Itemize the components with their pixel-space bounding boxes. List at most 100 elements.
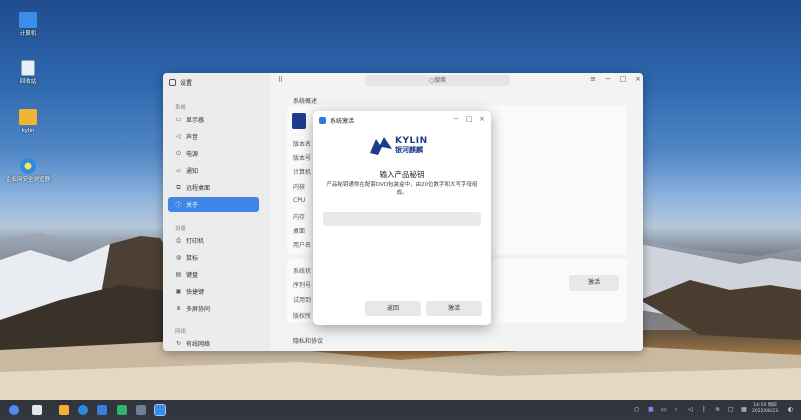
wifi-icon[interactable]: ≋ (715, 406, 720, 413)
info-label: 内存 (293, 214, 306, 221)
chevron-right-icon[interactable]: › (675, 406, 677, 413)
section-title-overview: 系统概述 (293, 98, 318, 105)
desktop-icon-label: 计算机 (19, 31, 37, 37)
network-icon: ↻ (175, 340, 182, 347)
settings-logo-icon (169, 79, 176, 86)
volume-icon[interactable]: ◁ (688, 406, 693, 413)
browser-icon[interactable] (78, 405, 88, 415)
activate-button[interactable]: 激活 (569, 275, 619, 291)
printer-icon: ⎙ (176, 236, 181, 244)
monitor-icon: ▭ (175, 116, 182, 123)
activation-icon (319, 117, 326, 124)
close-button[interactable]: × (633, 75, 643, 83)
activation-dialog: 系统激活 − □ × KYLIN 银河麒麟 输入产品秘钥 产品秘钥通常在配套DV… (313, 111, 491, 325)
sidebar-item-about[interactable]: ⓘ 关于 (168, 197, 259, 212)
sidebar-item-label: 快捷键 (186, 289, 205, 296)
back-button[interactable]: 返回 (365, 301, 421, 316)
sidebar-item-label: 显示器 (186, 117, 205, 124)
sidebar-item-mouse[interactable]: ◍ 鼠标 (168, 250, 259, 265)
info-label: 版本号 (293, 155, 312, 162)
sidebar-item-label: 电源 (186, 151, 199, 158)
start-menu-icon[interactable] (9, 405, 19, 415)
group-label-devices: 设备 (175, 226, 187, 232)
kylin-logo-icon (370, 137, 392, 155)
desktop-icon-folder[interactable]: kylin (6, 109, 50, 135)
dialog-close-button[interactable]: × (477, 115, 487, 123)
assistant-icon[interactable]: ■ (648, 406, 654, 413)
sidebar-item-label: 多屏协同 (186, 306, 211, 313)
sidebar-item-sound[interactable]: ◁ 声音 (168, 129, 259, 144)
display-icon[interactable]: ▦ (741, 406, 747, 413)
remote-icon: ⧉ (176, 183, 181, 191)
sidebar-item-display[interactable]: ▭ 显示器 (168, 112, 259, 127)
sidebar-item-label: 鼠标 (186, 255, 199, 262)
info-label: 版本名 (293, 141, 312, 148)
sidebar-item-remote-desktop[interactable]: ⧉ 远程桌面 (168, 180, 259, 195)
info-icon: ⓘ (175, 202, 182, 209)
desktop-icon-browser[interactable]: 企业网安全浏览器 (6, 158, 50, 184)
sidebar-item-label: 声音 (186, 134, 199, 141)
info-label: 用户名 (293, 242, 312, 249)
sidebar-toggle-icon[interactable]: ◐ (788, 406, 793, 413)
bluetooth-icon[interactable]: ᛒ (702, 406, 706, 413)
clock[interactable]: 14:10 周四 2022/06/23 (752, 403, 778, 415)
sidebar-item-multiscreen[interactable]: ⧈ 多屏协同 (168, 301, 259, 316)
sidebar-item-shortcuts[interactable]: ▣ 快捷键 (168, 284, 259, 299)
search-icon[interactable]: ○ (634, 406, 639, 413)
sidebar-item-notify[interactable]: ▱ 通知 (168, 163, 259, 178)
sidebar-item-label: 远程桌面 (186, 185, 211, 192)
info-label: 序列号 (293, 282, 312, 289)
sidebar-item-power[interactable]: ⏻ 电源 (168, 146, 259, 161)
sidebar-item-wired-network[interactable]: ↻ 有线网络 (168, 336, 259, 351)
notification-icon[interactable]: ▢ (728, 406, 734, 413)
settings-title: 设置 (169, 78, 192, 87)
app-icon[interactable] (117, 405, 127, 415)
sidebar-item-keyboard[interactable]: ▤ 键盘 (168, 267, 259, 282)
info-label: CPU (293, 197, 306, 204)
speaker-icon: ◁ (176, 133, 181, 140)
computer-icon (19, 12, 37, 28)
keyboard-layout-icon[interactable]: ▭ (661, 406, 667, 413)
sidebar-item-label: 通知 (186, 168, 199, 175)
dialog-activate-button[interactable]: 激活 (426, 301, 482, 316)
info-label: 桌面 (293, 228, 306, 235)
search-placeholder: 搜索 (434, 77, 447, 84)
task-view-icon[interactable] (32, 405, 42, 415)
software-store-icon[interactable] (97, 405, 107, 415)
dialog-description: 产品秘钥通常在配套DVD包装盒中，由20位数字和大写字母组成。 (326, 182, 478, 196)
dialog-minimize-button[interactable]: − (451, 115, 461, 123)
grid-icon[interactable]: ⠿ (278, 76, 283, 84)
message-icon: ▱ (176, 167, 181, 174)
sidebar-item-label: 有线网络 (186, 341, 211, 348)
sidebar-item-printer[interactable]: ⎙ 打印机 (168, 233, 259, 248)
terminal-icon[interactable] (136, 405, 146, 415)
menu-icon[interactable]: ≡ (588, 75, 598, 83)
info-label: 试用到 (293, 297, 312, 304)
search-input[interactable]: ○搜索 (365, 75, 510, 86)
dialog-title-text: 系统激活 (330, 118, 355, 125)
file-manager-icon[interactable] (59, 405, 69, 415)
desktop-icon-label: kylin (21, 128, 35, 134)
keyboard-icon: ▤ (175, 271, 182, 278)
trash-icon (21, 60, 35, 76)
settings-app-icon[interactable] (154, 404, 166, 416)
privacy-link[interactable]: 隐私和协议 (293, 336, 323, 345)
logo-subtext: 银河麒麟 (395, 146, 423, 154)
taskbar: ○ ■ ▭ › ◁ ᛒ ≋ ▢ ▦ 14:10 周四 2022/06/23 ◐ (0, 400, 801, 420)
logo-text: KYLIN (395, 136, 428, 146)
mouse-icon: ◍ (175, 254, 182, 261)
multiscreen-icon: ⧈ (176, 304, 181, 312)
product-key-input[interactable] (323, 212, 481, 226)
dialog-maximize-button[interactable]: □ (464, 115, 474, 123)
dialog-title: 系统激活 (319, 116, 354, 125)
group-label-network: 网络 (175, 329, 187, 335)
shortcut-icon: ▣ (175, 288, 182, 295)
maximize-button[interactable]: □ (618, 75, 628, 83)
minimize-button[interactable]: − (603, 75, 613, 83)
desktop-icon-computer[interactable]: 计算机 (6, 12, 50, 38)
folder-icon (19, 109, 37, 125)
info-label: 版权所 (293, 313, 312, 320)
desktop-icon-trash[interactable]: 回收站 (6, 60, 50, 86)
activation-section-title: 系统状 (293, 268, 312, 275)
desktop-icon-label: 回收站 (19, 79, 37, 85)
